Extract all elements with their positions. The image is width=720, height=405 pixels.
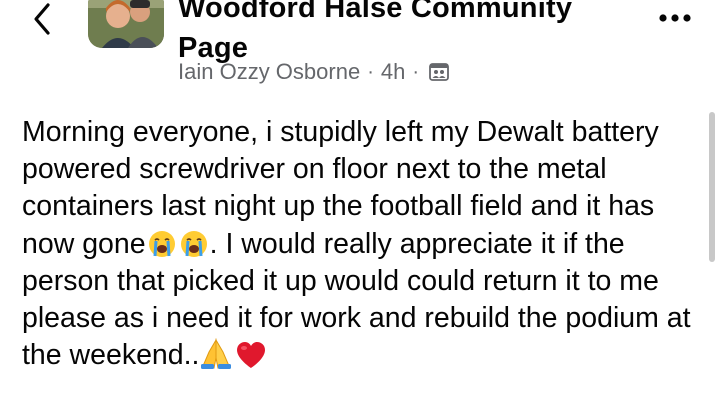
chevron-left-icon [34,3,50,35]
post-header: Woodford Halse Community Page Iain Ozzy … [0,0,720,100]
scrollbar[interactable] [709,112,715,262]
avatar-photo [88,0,164,48]
red-heart-icon [237,342,266,369]
group-avatar[interactable] [88,0,164,48]
back-button[interactable] [26,0,62,40]
author-name[interactable]: Iain Ozzy Osborne [178,59,360,85]
folded-hands-icon [201,338,232,370]
loudly-crying-face-icon [148,230,175,257]
more-options-button[interactable] [656,6,696,30]
more-horizontal-icon [659,14,691,22]
post-time[interactable]: 4h [381,59,405,85]
meta-separator: · [412,60,420,83]
meta-separator: · [367,60,374,83]
loudly-crying-face-icon [180,230,207,257]
group-members-icon [429,63,449,81]
post-body: Morning everyone, i stupidly left my Dew… [22,114,712,374]
post-meta: Iain Ozzy Osborne · 4h · [178,58,450,86]
